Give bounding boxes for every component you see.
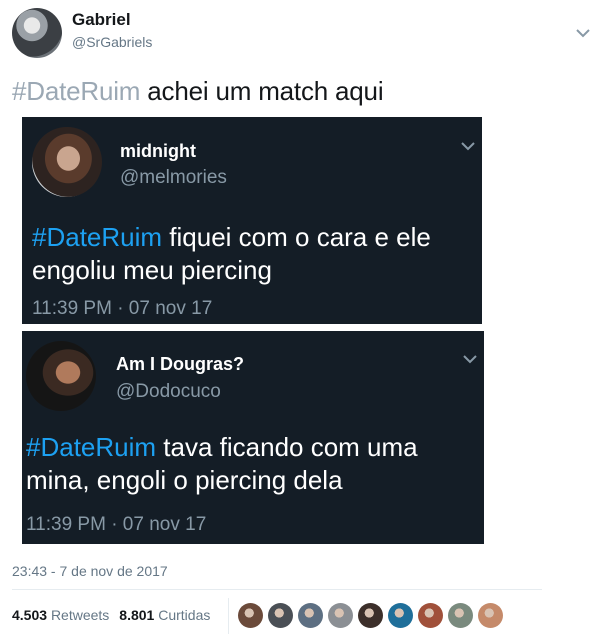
liker-avatar[interactable] [238,603,263,628]
embedded-text: #DateRuim tava ficando com uma mina, eng… [26,431,482,497]
liker-avatar[interactable] [358,603,383,628]
chevron-down-icon[interactable] [572,22,594,44]
liker-avatar[interactable] [268,603,293,628]
embedded-text: #DateRuim fiquei com o cara e ele engoli… [32,221,480,287]
liker-avatars [238,603,508,628]
liker-avatar[interactable] [418,603,443,628]
liker-avatar[interactable] [388,603,413,628]
chevron-down-icon [461,142,475,151]
likes-count: 8.801 [119,607,155,623]
embedded-tweet-card[interactable]: Am I Dougras? @Dodocuco #DateRuim tava f… [22,331,484,544]
divider [12,589,542,590]
retweets-stat[interactable]: 4.503 Retweets [12,607,109,623]
embedded-time: 11:39 PM · 07 nov 17 [32,298,213,319]
likes-label: Curtidas [158,607,211,623]
chevron-down-icon [463,355,477,364]
embedded-avatar [26,341,96,411]
embedded-text-line2: engoliu meu piercing [32,255,272,285]
embedded-hashtag: #DateRuim [26,432,157,462]
embedded-avatar [32,127,102,197]
tweet-text-body: achei um match aqui [140,76,384,106]
tweet-header: Gabriel @SrGabriels [0,0,600,70]
author-name[interactable]: Gabriel [72,10,131,30]
tweet-stats: 4.503 Retweets 8.801 Curtidas [12,607,210,623]
likes-stat[interactable]: 8.801 Curtidas [119,607,210,623]
embedded-name: Am I Dougras? [116,354,245,374]
liker-avatar[interactable] [328,603,353,628]
embedded-name: midnight [120,141,196,161]
embedded-hashtag: #DateRuim [32,222,163,252]
liker-avatar[interactable] [298,603,323,628]
stats-divider [228,598,229,634]
hashtag-link[interactable]: #DateRuim [12,76,140,106]
liker-avatar[interactable] [478,603,503,628]
embedded-time: 11:39 PM · 07 nov 17 [26,514,207,535]
author-avatar[interactable] [12,8,62,58]
tweet-text: #DateRuim achei um match aqui [12,76,384,107]
embedded-text-line1: tava ficando com uma [156,432,418,462]
retweets-count: 4.503 [12,607,48,623]
tweet-timestamp[interactable]: 23:43 - 7 de nov de 2017 [12,563,168,579]
retweets-label: Retweets [50,607,110,623]
author-handle[interactable]: @SrGabriels [72,34,152,50]
embedded-handle: @melmories [120,167,227,188]
embedded-text-line1: fiquei com o cara e ele [162,222,431,252]
embedded-text-line2: mina, engoli o piercing dela [26,465,343,495]
embedded-tweet-card[interactable]: midnight @melmories #DateRuim fiquei com… [22,117,482,324]
liker-avatar[interactable] [448,603,473,628]
embedded-handle: @Dodocuco [116,381,221,402]
